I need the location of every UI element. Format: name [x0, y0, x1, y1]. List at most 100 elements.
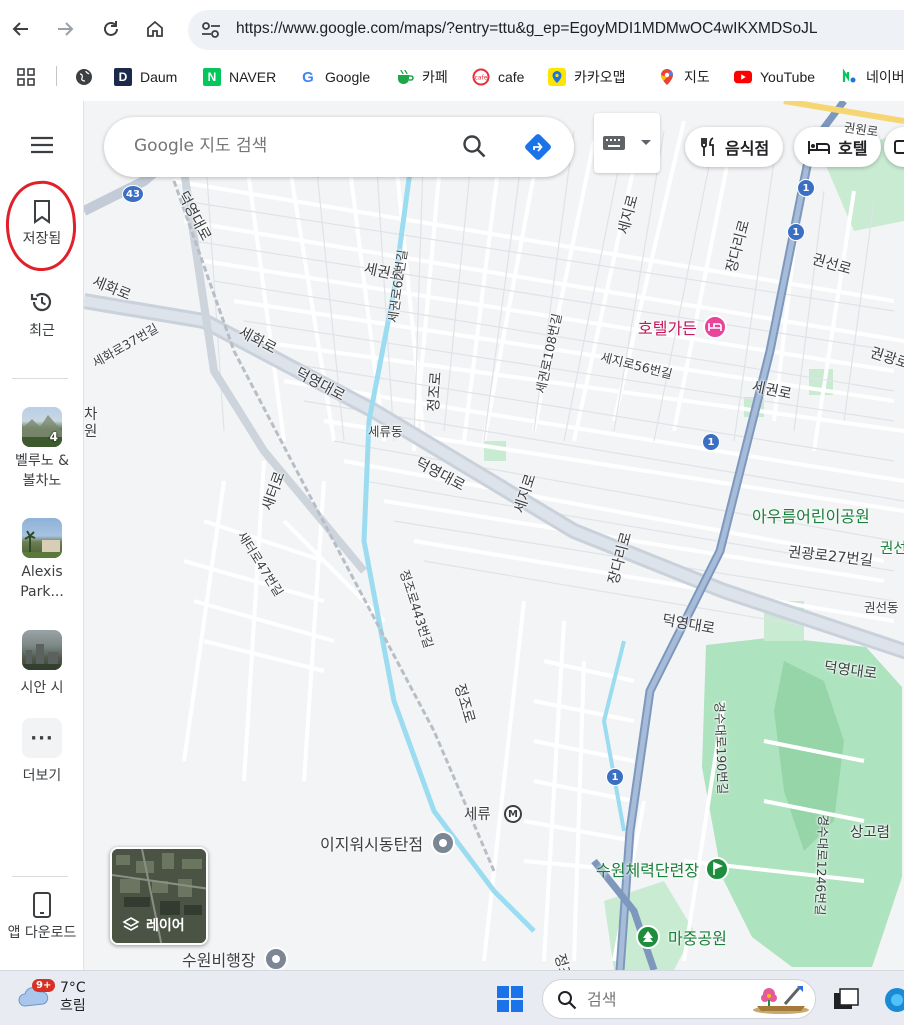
poi-hotel-garden[interactable]: 호텔가든	[638, 315, 727, 339]
globe-bookmark[interactable]	[75, 65, 93, 89]
bookmark-cafe-kr[interactable]: 카페	[396, 65, 448, 89]
bookmarks-divider	[56, 66, 57, 86]
chip-restaurants[interactable]: 음식점	[685, 127, 784, 167]
route-shield: 1	[787, 223, 805, 241]
poi-majung-park[interactable]: 마중공원	[636, 925, 727, 949]
bookmark-cafe[interactable]: cafe cafe	[472, 65, 524, 89]
route-shield: 1	[797, 179, 815, 197]
taskbar-search-input[interactable]	[587, 990, 727, 1009]
map-canvas[interactable]: 음식점 호텔 덕영대로 세화로 세화로 세화로37번길 세권로 세권로62번길 …	[84, 101, 904, 970]
place-pin-icon	[263, 947, 288, 970]
road-label: 세류동	[368, 424, 403, 439]
place-pin-icon	[431, 831, 456, 855]
route-shield: 1	[702, 433, 720, 451]
maps-sidebar: 저장됨 최근 4 벨루노 & 볼차노 Alexis Park... 시안 시 ·…	[0, 101, 84, 970]
route-shield: 43	[122, 185, 144, 203]
road-label: 권선	[880, 541, 904, 557]
search-input[interactable]	[134, 136, 434, 156]
menu-button[interactable]	[0, 135, 84, 155]
layers-icon	[122, 917, 140, 931]
chip-label: 음식점	[725, 139, 770, 158]
naver-map-icon	[840, 68, 858, 86]
poi-label: 이지워시동탄점	[320, 835, 424, 854]
weather-widget[interactable]: 9+ 7°C 흐림	[16, 979, 86, 1015]
metro-station-icon[interactable]: M	[504, 805, 522, 823]
bookmark-label: NAVER	[229, 69, 277, 85]
menu-icon	[31, 136, 53, 154]
arrow-right-icon	[58, 22, 74, 36]
recent-button[interactable]: 최근	[0, 289, 84, 341]
naver-icon: N	[203, 68, 221, 86]
place-thumbnail	[22, 630, 62, 670]
bookmark-naver-map[interactable]: 네이버	[840, 65, 904, 89]
route-shield: 1	[606, 768, 624, 786]
bookmark-kakaomap[interactable]: 카카오맵	[548, 65, 626, 89]
poi-label: 마중공원	[668, 929, 727, 948]
edge-icon	[885, 988, 904, 1012]
reload-button[interactable]	[94, 12, 128, 46]
more-button[interactable]: ··· 더보기	[0, 718, 84, 786]
apps-button[interactable]	[16, 65, 36, 89]
bookmark-label: 카페	[422, 69, 448, 85]
temperature: 7°C	[60, 980, 86, 996]
recent-item-belluno[interactable]: 4 벨루노 & 볼차노	[0, 407, 84, 491]
windows-start-button[interactable]	[496, 985, 524, 1013]
bookmark-naver[interactable]: N NAVER	[203, 65, 276, 89]
layers-button[interactable]: 레이어	[110, 847, 208, 945]
bookmark-label: cafe	[498, 69, 525, 85]
search-box[interactable]	[104, 117, 574, 177]
forward-button[interactable]	[48, 12, 82, 46]
road-label: 차원	[84, 407, 98, 440]
golf-pin-icon	[705, 857, 730, 881]
park-pin-icon	[636, 925, 660, 949]
cafe-logo-icon: cafe	[472, 68, 490, 86]
road-label: 정조로	[425, 371, 445, 413]
saved-button[interactable]: 저장됨	[0, 199, 84, 249]
taskbar-search[interactable]	[542, 979, 816, 1019]
search-icon[interactable]	[462, 134, 488, 164]
flower-pot-icon	[753, 986, 809, 1014]
apps-grid-icon	[17, 68, 35, 86]
youtube-icon	[734, 68, 752, 86]
directions-icon[interactable]	[524, 133, 552, 165]
restaurant-icon	[699, 137, 717, 157]
edge-browser-button[interactable]	[884, 987, 904, 1013]
weather-text: 7°C 흐림	[60, 979, 86, 1015]
place-thumbnail	[22, 518, 62, 558]
road-label: 세류	[464, 807, 491, 823]
sidebar-divider	[12, 876, 68, 877]
layer-label: 레이어	[146, 918, 185, 934]
back-button[interactable]	[4, 12, 38, 46]
cafe-cup-icon	[396, 68, 414, 86]
bookmark-daum[interactable]: D Daum	[114, 65, 177, 89]
taskbar: 9+ 7°C 흐림	[0, 970, 904, 1025]
task-view-icon	[834, 988, 859, 1009]
bookmark-google[interactable]: G Google	[299, 65, 370, 89]
bookmark-label: Daum	[140, 69, 178, 85]
input-tools-button[interactable]	[594, 113, 660, 173]
recent-item-label: 벨루노 & 볼차노	[14, 453, 69, 489]
poi-label: 수원체력단련장	[596, 861, 700, 880]
poi-suwon-airbase[interactable]: 수원비행장	[182, 947, 288, 970]
home-button[interactable]	[138, 12, 172, 46]
road-label: 권선동	[864, 600, 899, 615]
url-text[interactable]: https://www.google.com/maps/?entry=ttu&g…	[236, 20, 818, 38]
kakaomap-icon	[548, 68, 566, 86]
download-label: 앱 다운로드	[7, 925, 77, 941]
google-maps-icon	[658, 68, 676, 86]
bookmark-label: 카카오맵	[574, 69, 626, 85]
poi-golf-range[interactable]: 수원체력단련장	[596, 857, 730, 881]
poi-aureum-park[interactable]: 아우름어린이공원	[752, 503, 870, 527]
recent-label: 최근	[29, 323, 55, 339]
recent-item-alexis[interactable]: Alexis Park...	[0, 518, 84, 602]
bookmark-youtube[interactable]: YouTube	[734, 65, 815, 89]
more-label: 더보기	[22, 768, 62, 784]
bookmark-maps[interactable]: 지도	[658, 65, 710, 89]
address-bar[interactable]: https://www.google.com/maps/?entry=ttu&g…	[188, 10, 904, 50]
download-app-button[interactable]: 앱 다운로드	[0, 891, 84, 943]
recent-item-xian[interactable]: 시안 시	[0, 630, 84, 698]
site-settings-icon[interactable]	[200, 20, 222, 40]
poi-easywash[interactable]: 이지워시동탄점	[320, 831, 456, 855]
task-view-button[interactable]	[832, 987, 860, 1013]
more-categories-icon	[894, 139, 904, 155]
